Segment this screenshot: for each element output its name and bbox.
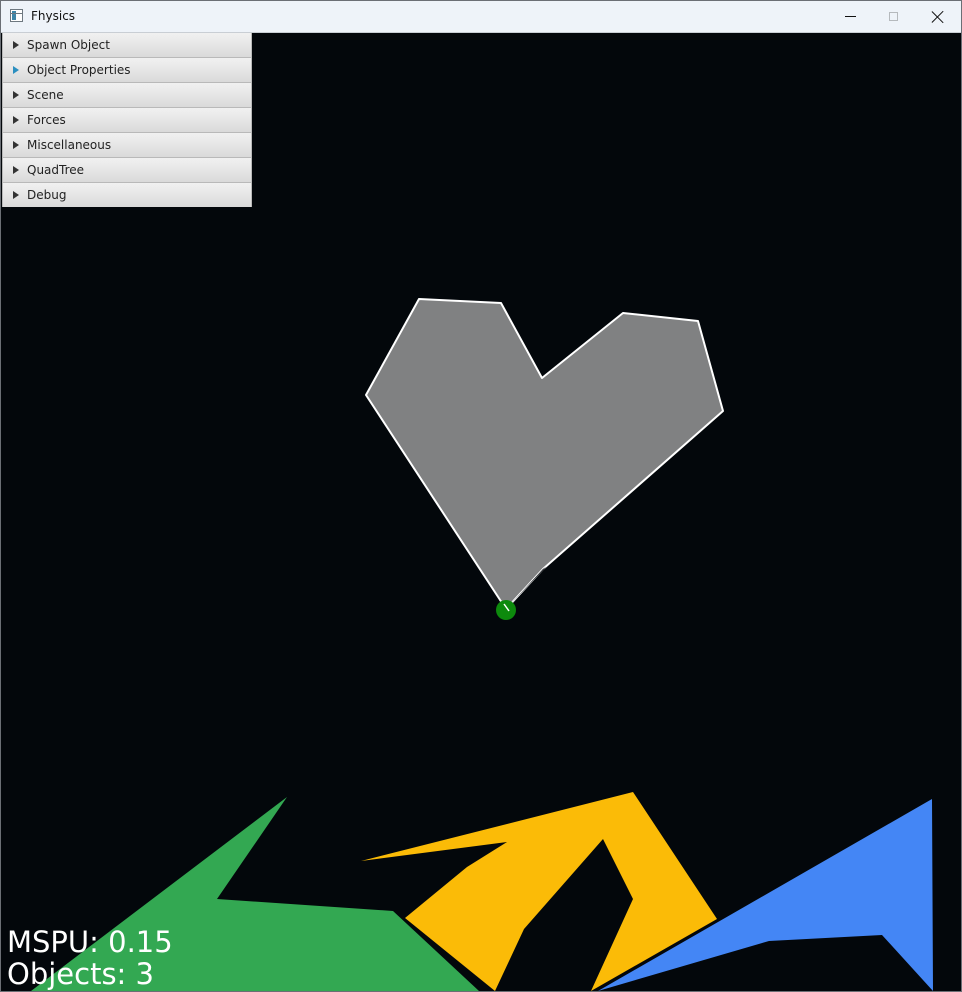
menu-item-scene[interactable]: Scene <box>3 83 251 108</box>
expand-arrow-icon <box>13 66 19 74</box>
menu-item-label: QuadTree <box>27 163 85 177</box>
expand-arrow-icon <box>13 41 19 49</box>
menu-item-debug[interactable]: Debug <box>3 183 251 207</box>
app-window: Fhysics Spawn Object Object Properties S… <box>0 0 962 992</box>
app-window-icon <box>10 9 23 22</box>
window-title: Fhysics <box>31 9 76 23</box>
mspu-readout: MSPU: 0.15 <box>7 925 173 959</box>
stats-overlay: MSPU: 0.15 Objects: 3 <box>7 926 173 990</box>
expand-arrow-icon <box>13 191 19 199</box>
menu-item-label: Scene <box>27 88 64 102</box>
maximize-icon <box>888 12 898 21</box>
expand-arrow-icon <box>13 116 19 124</box>
menu-item-quadtree[interactable]: QuadTree <box>3 158 251 183</box>
menu-item-label: Miscellaneous <box>27 138 112 152</box>
menu-item-spawn-object[interactable]: Spawn Object <box>3 33 251 58</box>
pivot-point[interactable] <box>496 600 516 620</box>
minimize-button[interactable] <box>827 1 873 32</box>
title-bar[interactable]: Fhysics <box>1 1 961 33</box>
object-count-readout: Objects: 3 <box>7 957 154 991</box>
settings-accordion: Spawn Object Object Properties Scene For… <box>2 33 252 207</box>
menu-item-label: Object Properties <box>27 63 131 77</box>
expand-arrow-icon <box>13 91 19 99</box>
minimize-icon <box>844 16 856 17</box>
menu-item-label: Spawn Object <box>27 38 110 52</box>
close-button[interactable] <box>915 1 961 32</box>
menu-item-miscellaneous[interactable]: Miscellaneous <box>3 133 251 158</box>
menu-item-label: Forces <box>27 113 66 127</box>
expand-arrow-icon <box>13 166 19 174</box>
expand-arrow-icon <box>13 141 19 149</box>
menu-item-object-properties[interactable]: Object Properties <box>3 58 251 83</box>
maximize-button[interactable] <box>870 1 916 32</box>
menu-item-forces[interactable]: Forces <box>3 108 251 133</box>
menu-item-label: Debug <box>27 188 67 202</box>
close-icon <box>931 10 945 24</box>
